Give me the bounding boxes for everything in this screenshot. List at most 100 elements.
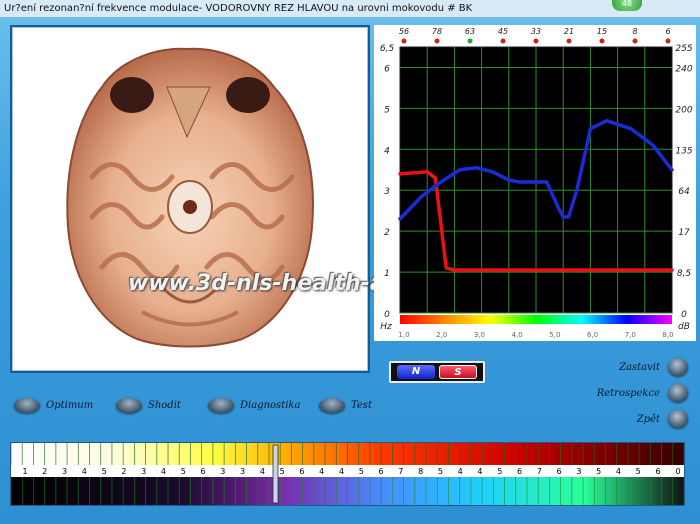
- spectrum-number: 5: [497, 467, 502, 476]
- top-marker-label: 15: [597, 27, 607, 36]
- top-marker-label: 45: [498, 27, 508, 36]
- spectrum-number: 4: [458, 467, 463, 476]
- top-marker-label: 8: [632, 27, 637, 36]
- retrospekce-button[interactable]: Retrospekce: [560, 384, 688, 402]
- spectrum-number: 7: [537, 467, 542, 476]
- spectrum-number: 6: [379, 467, 384, 476]
- test-button[interactable]: Test: [319, 396, 372, 414]
- spectrum-number: 2: [42, 467, 47, 476]
- optimum-label: Optimum: [46, 399, 94, 411]
- right-tick-label: 255: [675, 44, 692, 54]
- spectrum-number: 5: [181, 467, 186, 476]
- spectrum-number: 6: [557, 467, 562, 476]
- spectrum-number: 5: [280, 467, 285, 476]
- top-marker-dot: [401, 38, 407, 44]
- app-window: Ur?ení rezonan?ní frekvence modulace- VO…: [0, 0, 700, 524]
- zpet-label: Zpět: [636, 413, 660, 425]
- right-orbit: [226, 77, 270, 113]
- test-label: Test: [351, 399, 372, 411]
- zastavit-button[interactable]: Zastavit: [560, 358, 688, 376]
- spectrum-number: 4: [161, 467, 166, 476]
- spectrum-number: 4: [260, 467, 265, 476]
- spectrum-number: 7: [398, 467, 403, 476]
- n-toggle-button[interactable]: N: [397, 365, 435, 379]
- right-tick-label: 64: [678, 187, 690, 197]
- top-marker-dot: [566, 38, 572, 44]
- shodit-button[interactable]: Shodit: [116, 396, 181, 414]
- bottom-tick-label: 2,0: [436, 331, 447, 339]
- ns-toggle-box: N S: [389, 361, 485, 383]
- top-marker-dot: [632, 38, 638, 44]
- spectrum-number: 5: [596, 467, 601, 476]
- left-tick-label: 2: [384, 228, 390, 238]
- spectrum-number: 4: [477, 467, 482, 476]
- status-badge: 48: [612, 0, 642, 11]
- spectrum-number: 3: [240, 467, 245, 476]
- right-axis-unit: dB: [678, 322, 690, 332]
- spectrum-number: 6: [200, 467, 205, 476]
- bottom-tick-label: 4,0: [512, 331, 523, 339]
- spectrum-number: 5: [636, 467, 641, 476]
- window-title: Ur?ení rezonan?ní frekvence modulace- VO…: [0, 0, 700, 18]
- top-marker-label: 78: [432, 27, 442, 36]
- top-marker-dot: [500, 38, 506, 44]
- left-tick-label: 4: [384, 146, 390, 156]
- top-marker-label: 63: [465, 27, 475, 36]
- spectrum-number: 5: [438, 467, 443, 476]
- top-marker-label: 6: [665, 27, 670, 36]
- spectrum-number: 5: [359, 467, 364, 476]
- s-toggle-button[interactable]: S: [439, 365, 477, 379]
- left-tick-label: 1: [384, 269, 390, 279]
- left-orbit: [110, 77, 154, 113]
- right-tick-label: 135: [675, 146, 692, 156]
- button-knob-icon: [319, 397, 345, 413]
- left-axis-unit: Hz: [380, 322, 392, 332]
- rainbow-scale-bar: [400, 315, 672, 324]
- spectrum-number: 5: [102, 467, 107, 476]
- spectrum-number: 3: [62, 467, 67, 476]
- button-knob-icon: [14, 397, 40, 413]
- shodit-label: Shodit: [148, 399, 181, 411]
- bottom-tick-label: 3,0: [474, 331, 485, 339]
- button-knob-icon: [668, 384, 688, 402]
- left-tick-label: 6,5: [380, 44, 395, 54]
- right-tick-label: 240: [675, 64, 692, 74]
- button-knob-icon: [208, 397, 234, 413]
- top-marker-label: 56: [399, 27, 409, 36]
- right-tick-label: 0: [681, 310, 687, 320]
- top-marker-dot: [533, 38, 539, 44]
- right-tick-label: 200: [675, 105, 692, 115]
- spectrum-cursor: [272, 444, 279, 504]
- button-knob-icon: [668, 358, 688, 376]
- frequency-chart: 56 78 63 45 33 21 15 8 6 6,5 6 5 4 3 2 1 0 Hz 255 240 200 135…: [374, 25, 696, 341]
- spectrum-number: 2: [121, 467, 126, 476]
- spectrum-number: 3: [141, 467, 146, 476]
- spectrum-number: 4: [82, 467, 87, 476]
- left-tick-label: 0: [384, 310, 390, 320]
- top-marker-label: 33: [531, 27, 541, 36]
- retrospekce-label: Retrospekce: [596, 387, 660, 399]
- spectrum-end-label: 0: [675, 467, 680, 476]
- right-tick-label: 17: [678, 228, 690, 238]
- spectrum-number: 4: [319, 467, 324, 476]
- spectrum-number-band: [11, 465, 684, 477]
- spectrum-number: 4: [339, 467, 344, 476]
- bottom-tick-label: 1,0: [398, 331, 409, 339]
- optimum-button[interactable]: Optimum: [14, 396, 93, 414]
- spectrum-svg: 1 2 3 4 5 2 3 4 5 6 3 3 4 5 6 4 4 5 6 7 8 5 4 4 5 6 7 6 3 5 4 5 6 0: [10, 443, 685, 505]
- bottom-tick-label: 7,0: [625, 331, 636, 339]
- spectrum-number: 1: [22, 467, 27, 476]
- zpet-button[interactable]: Zpět: [560, 410, 688, 428]
- top-marker-dot: [434, 38, 440, 44]
- top-marker-dot: [599, 38, 605, 44]
- diagnostika-button[interactable]: Diagnostika: [208, 396, 300, 414]
- left-tick-label: 3: [384, 187, 390, 197]
- zastavit-label: Zastavit: [619, 361, 660, 373]
- top-marker-dot: [665, 38, 671, 44]
- spectrum-number: 6: [517, 467, 522, 476]
- button-knob-icon: [668, 410, 688, 428]
- left-tick-label: 6: [384, 64, 390, 74]
- spectrum-number: 8: [418, 467, 423, 476]
- spectrum-number: 4: [616, 467, 621, 476]
- frequency-spectrum-strip: 1 2 3 4 5 2 3 4 5 6 3 3 4 5 6 4 4 5 6 7 8 5 4 4 5 6 7 6 3 5 4 5 6 0: [10, 442, 685, 506]
